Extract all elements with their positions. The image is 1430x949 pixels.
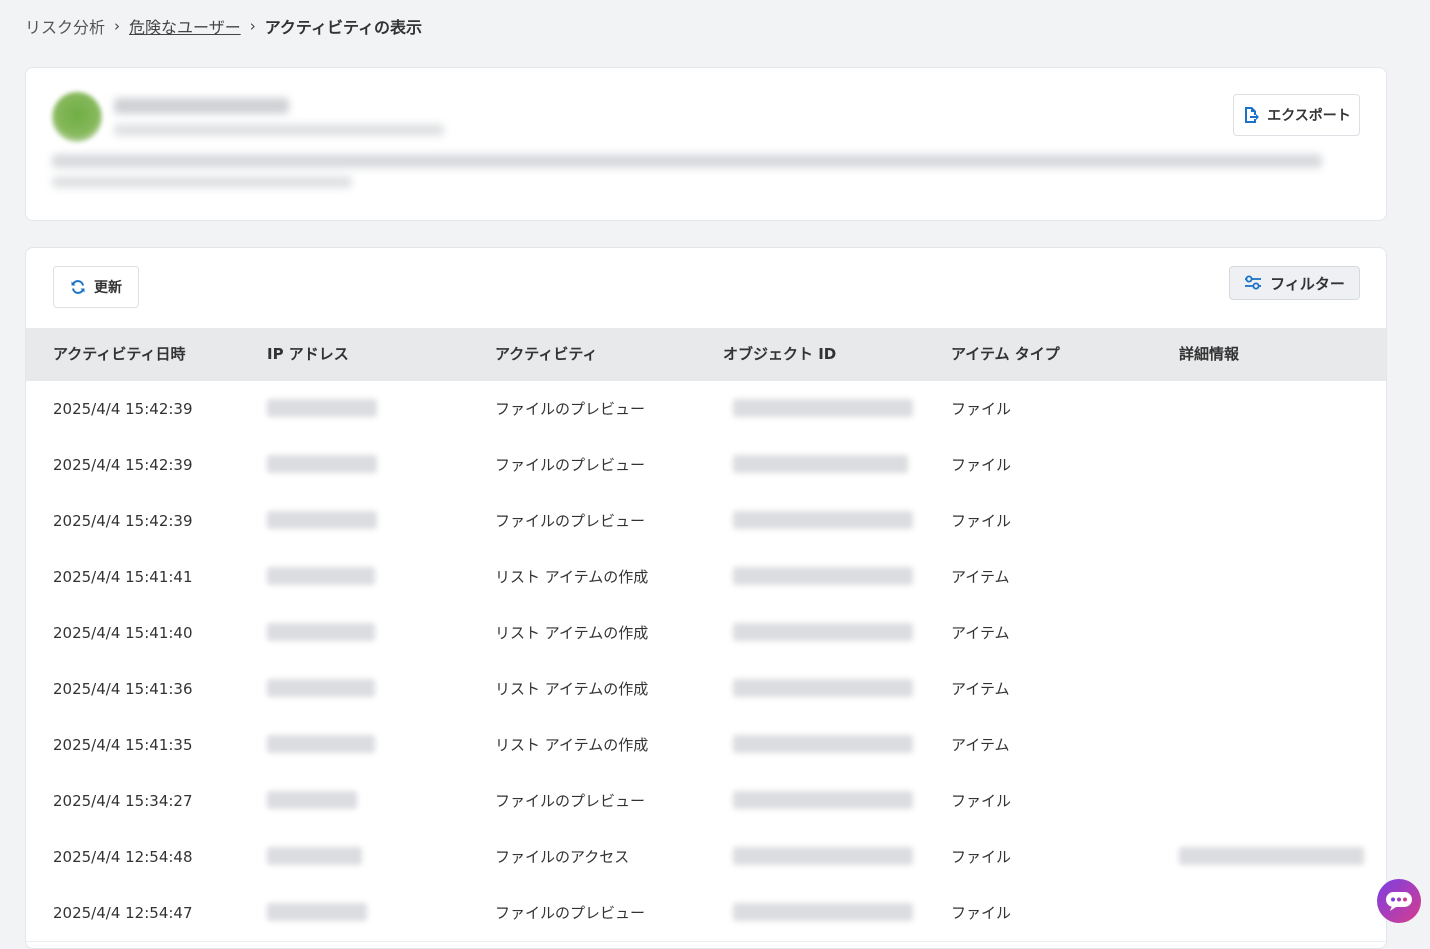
column-header-ip-address[interactable]: IP アドレス bbox=[267, 328, 349, 381]
column-header-object-id[interactable]: オブジェクト ID bbox=[723, 328, 836, 381]
redacted-ip-address bbox=[267, 847, 362, 865]
column-header-datetime[interactable]: アクティビティ日時 bbox=[53, 328, 185, 381]
column-header-details[interactable]: 詳細情報 bbox=[1179, 328, 1239, 381]
table-row[interactable]: 2025/4/4 12:54:47 ファイルのプレビュー ファイル bbox=[26, 885, 1386, 942]
cell-item-type: ファイル bbox=[951, 792, 1012, 810]
cell-activity: ファイルのプレビュー bbox=[495, 904, 646, 922]
table-row[interactable]: 2025/4/4 15:41:36 リスト アイテムの作成 アイテム bbox=[26, 661, 1386, 718]
breadcrumb: リスク分析 › 危険なユーザー › アクティビティの表示 bbox=[25, 14, 422, 38]
cell-datetime: 2025/4/4 15:41:40 bbox=[53, 624, 193, 642]
redacted-object-id bbox=[733, 735, 913, 753]
cell-activity: ファイルのプレビュー bbox=[495, 512, 646, 530]
cell-datetime: 2025/4/4 12:54:47 bbox=[53, 904, 193, 922]
cell-datetime: 2025/4/4 15:34:27 bbox=[53, 792, 193, 810]
table-row[interactable]: 2025/4/4 15:42:39 ファイルのプレビュー ファイル bbox=[26, 493, 1386, 550]
export-file-icon bbox=[1245, 107, 1260, 123]
cell-activity: リスト アイテムの作成 bbox=[495, 680, 649, 698]
chat-bot-icon bbox=[1386, 892, 1412, 911]
cell-datetime: 2025/4/4 15:41:41 bbox=[53, 568, 193, 586]
export-button[interactable]: エクスポート bbox=[1233, 94, 1360, 136]
redacted-ip-address bbox=[267, 679, 375, 697]
activity-table-card: 更新 フィルター アクティビティ日時 IP アドレス アクティビティ オブジェク… bbox=[25, 247, 1387, 949]
redacted-ip-address bbox=[267, 455, 377, 473]
filter-button[interactable]: フィルター bbox=[1229, 266, 1360, 300]
table-row[interactable]: 2025/4/4 15:42:39 ファイルのプレビュー ファイル bbox=[26, 381, 1386, 438]
redacted-ip-address bbox=[267, 903, 367, 921]
redacted-user-description bbox=[52, 154, 1322, 168]
chevron-right-icon: › bbox=[114, 17, 121, 35]
cell-item-type: ファイル bbox=[951, 456, 1012, 474]
chat-assistant-button[interactable] bbox=[1377, 879, 1421, 923]
refresh-button-label: 更新 bbox=[94, 280, 122, 296]
redacted-object-id bbox=[733, 623, 913, 641]
redacted-object-id bbox=[733, 847, 913, 865]
cell-item-type: アイテム bbox=[951, 624, 1010, 642]
cell-datetime: 2025/4/4 15:41:35 bbox=[53, 736, 193, 754]
redacted-user-name bbox=[114, 98, 289, 114]
cell-activity: ファイルのプレビュー bbox=[495, 792, 646, 810]
export-button-label: エクスポート bbox=[1267, 108, 1351, 124]
refresh-button[interactable]: 更新 bbox=[53, 266, 139, 308]
redacted-ip-address bbox=[267, 567, 375, 585]
redacted-object-id bbox=[733, 399, 913, 417]
cell-activity: リスト アイテムの作成 bbox=[495, 568, 649, 586]
redacted-ip-address bbox=[267, 399, 377, 417]
cell-activity: ファイルのプレビュー bbox=[495, 400, 646, 418]
cell-item-type: ファイル bbox=[951, 848, 1012, 866]
cell-item-type: アイテム bbox=[951, 736, 1010, 754]
redacted-object-id bbox=[733, 791, 913, 809]
filter-sliders-icon bbox=[1245, 275, 1262, 290]
cell-item-type: アイテム bbox=[951, 680, 1010, 698]
cell-item-type: アイテム bbox=[951, 568, 1010, 586]
filter-button-label: フィルター bbox=[1270, 274, 1345, 293]
cell-datetime: 2025/4/4 12:54:48 bbox=[53, 848, 193, 866]
cell-datetime: 2025/4/4 15:42:39 bbox=[53, 456, 193, 474]
cell-item-type: ファイル bbox=[951, 904, 1012, 922]
redacted-object-id bbox=[733, 679, 913, 697]
table-row[interactable]: 2025/4/4 15:42:39 ファイルのプレビュー ファイル bbox=[26, 437, 1386, 494]
redacted-ip-address bbox=[267, 791, 357, 809]
user-info-card: エクスポート bbox=[25, 67, 1387, 221]
redacted-user-email bbox=[114, 124, 444, 136]
redacted-ip-address bbox=[267, 735, 375, 753]
table-row[interactable]: 2025/4/4 15:41:35 リスト アイテムの作成 アイテム bbox=[26, 717, 1386, 774]
table-row[interactable]: 2025/4/4 15:41:41 リスト アイテムの作成 アイテム bbox=[26, 549, 1386, 606]
redacted-object-id bbox=[733, 511, 913, 529]
page-title: アクティビティの表示 bbox=[264, 18, 422, 37]
redacted-details bbox=[1179, 847, 1364, 865]
cell-activity: リスト アイテムの作成 bbox=[495, 736, 649, 754]
cell-datetime: 2025/4/4 15:42:39 bbox=[53, 400, 193, 418]
chevron-right-icon: › bbox=[249, 17, 256, 35]
redacted-user-description bbox=[52, 176, 352, 188]
cell-activity: ファイルのアクセス bbox=[495, 848, 630, 866]
cell-datetime: 2025/4/4 15:41:36 bbox=[53, 680, 193, 698]
table-row[interactable]: 2025/4/4 12:54:48 ファイルのアクセス ファイル bbox=[26, 829, 1386, 886]
refresh-icon bbox=[71, 280, 85, 294]
cell-datetime: 2025/4/4 15:42:39 bbox=[53, 512, 193, 530]
table-row[interactable]: 2025/4/4 15:41:40 リスト アイテムの作成 アイテム bbox=[26, 605, 1386, 662]
redacted-object-id bbox=[733, 903, 913, 921]
avatar bbox=[52, 92, 102, 142]
column-header-item-type[interactable]: アイテム タイプ bbox=[951, 328, 1060, 381]
table-row[interactable]: 2025/4/4 15:34:27 ファイルのプレビュー ファイル bbox=[26, 773, 1386, 830]
redacted-ip-address bbox=[267, 511, 377, 529]
table-header: アクティビティ日時 IP アドレス アクティビティ オブジェクト ID アイテム… bbox=[26, 328, 1386, 381]
breadcrumb-parent-link[interactable]: 危険なユーザー bbox=[129, 14, 241, 38]
redacted-ip-address bbox=[267, 623, 375, 641]
cell-activity: ファイルのプレビュー bbox=[495, 456, 646, 474]
cell-item-type: ファイル bbox=[951, 512, 1012, 530]
cell-activity: リスト アイテムの作成 bbox=[495, 624, 649, 642]
redacted-object-id bbox=[733, 455, 908, 473]
column-header-activity[interactable]: アクティビティ bbox=[495, 328, 597, 381]
breadcrumb-root[interactable]: リスク分析 bbox=[25, 14, 105, 38]
redacted-object-id bbox=[733, 567, 913, 585]
cell-item-type: ファイル bbox=[951, 400, 1012, 418]
